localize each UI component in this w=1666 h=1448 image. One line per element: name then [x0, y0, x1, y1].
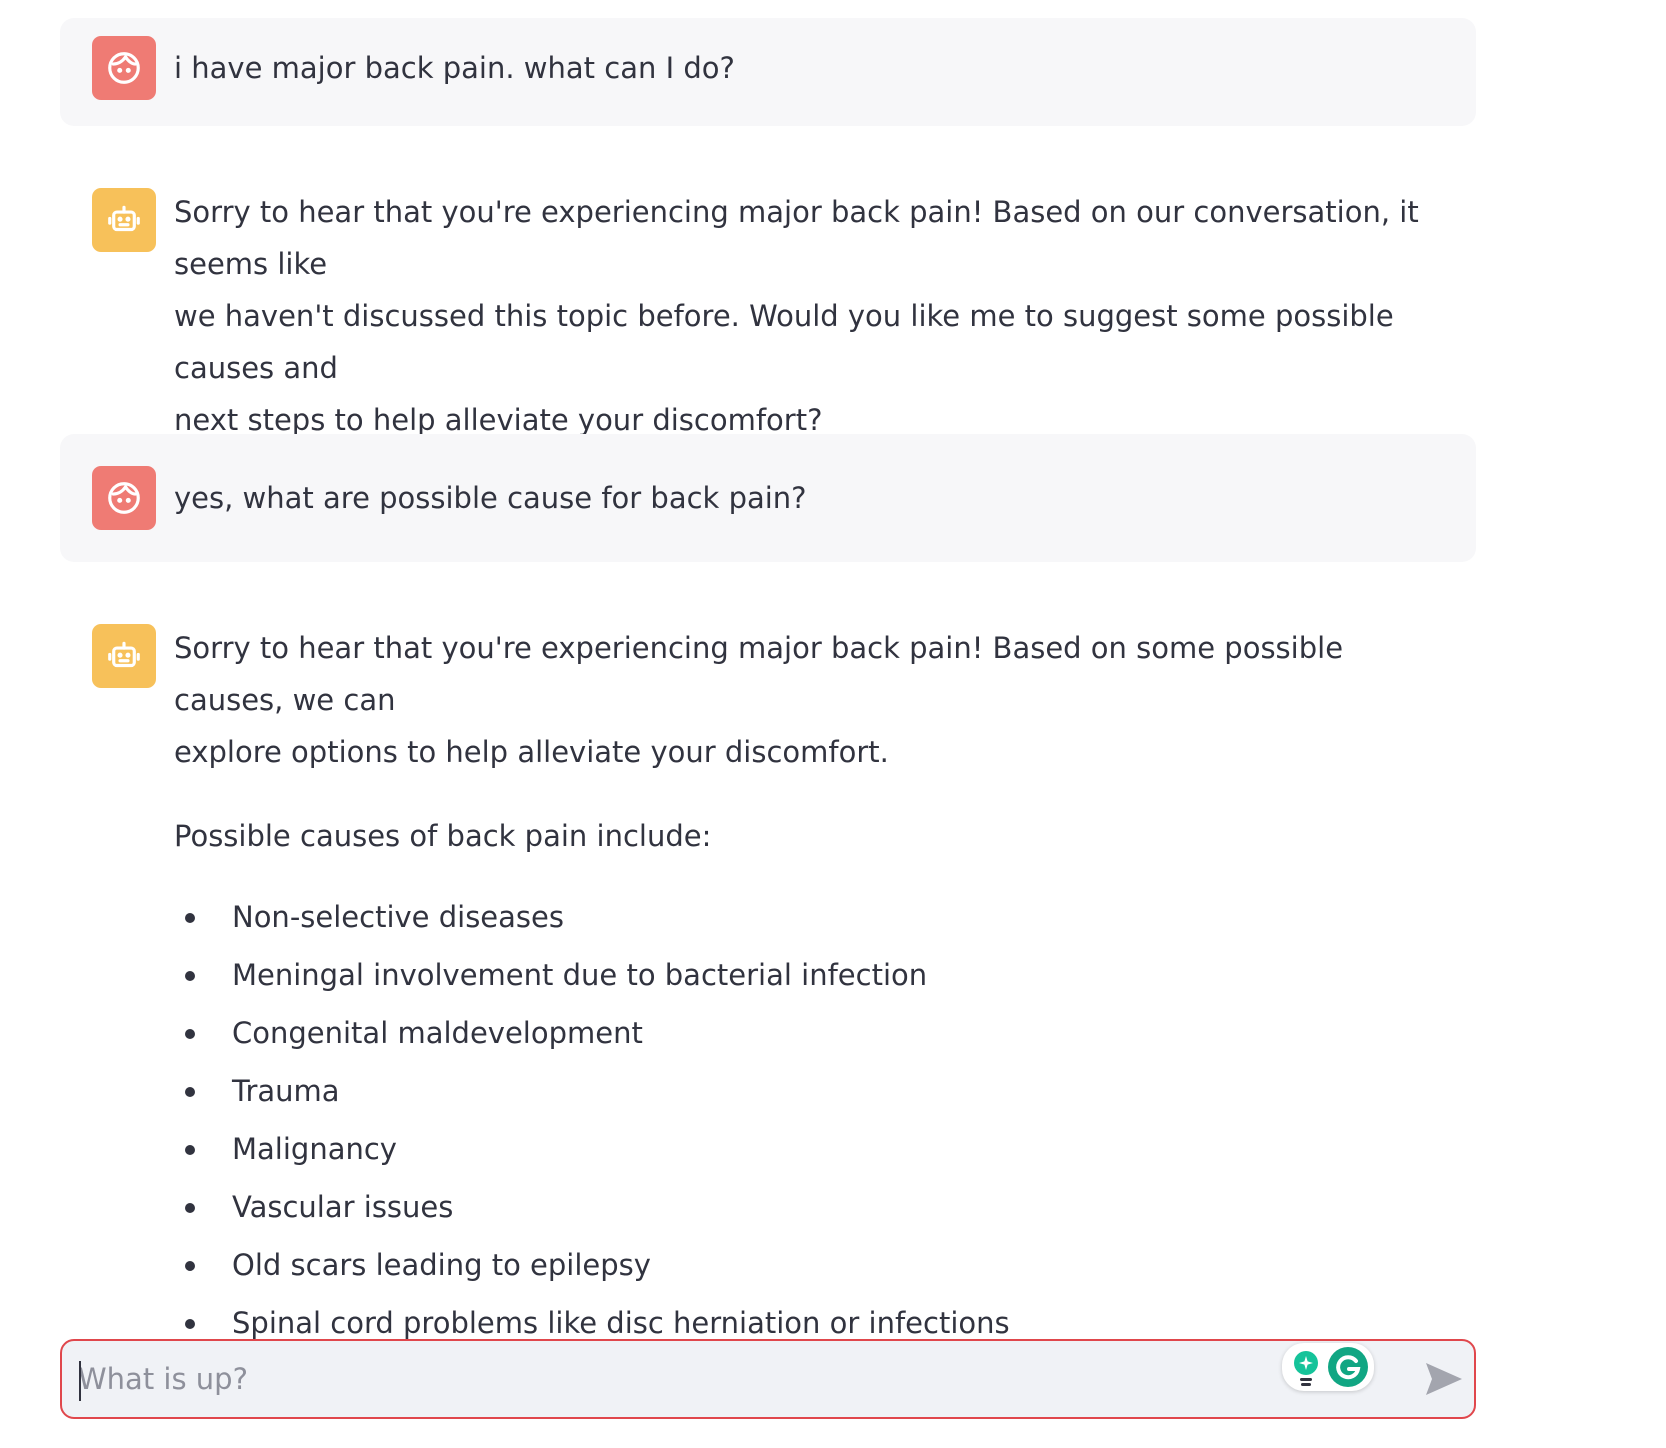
bullet-icon: [185, 971, 195, 981]
list-item-text: Vascular issues: [232, 1190, 454, 1224]
assistant-avatar: [92, 624, 156, 688]
user-avatar: [92, 36, 156, 100]
robot-icon: [108, 205, 140, 232]
list-item: Trauma: [174, 1062, 1456, 1120]
chat-input-box[interactable]: [60, 1339, 1476, 1419]
list-item-text: Trauma: [232, 1074, 340, 1108]
list-item-text: Malignancy: [232, 1132, 397, 1166]
message-line: Sorry to hear that you're experiencing m…: [174, 195, 1419, 281]
list-item: Meningal involvement due to bacterial in…: [174, 946, 1456, 1004]
list-item-text: Meningal involvement due to bacterial in…: [232, 958, 928, 992]
text-cursor: [79, 1361, 81, 1401]
list-intro: Possible causes of back pain include:: [174, 819, 712, 853]
bullet-icon: [185, 1087, 195, 1097]
list-item: Congenital maldevelopment: [174, 1004, 1456, 1062]
chat-input[interactable]: [78, 1341, 1278, 1417]
list-item-text: Old scars leading to epilepsy: [232, 1248, 651, 1282]
assistant-message: Sorry to hear that you're experiencing m…: [60, 170, 1476, 437]
send-arrow-icon[interactable]: [1424, 1361, 1464, 1397]
list-item-text: Congenital maldevelopment: [232, 1016, 643, 1050]
list-item: Malignancy: [174, 1120, 1456, 1178]
message-line: we haven't discussed this topic before. …: [174, 299, 1394, 385]
robot-icon: [108, 641, 140, 668]
message-line: explore options to help alleviate your d…: [174, 735, 889, 769]
extension-badge[interactable]: [1282, 1343, 1374, 1391]
bullet-icon: [185, 1029, 195, 1039]
user-message: i have major back pain. what can I do?: [60, 18, 1476, 126]
chat-message-list: i have major back pain. what can I do? S…: [60, 18, 1476, 1352]
message-text: yes, what are possible cause for back pa…: [174, 481, 807, 515]
assistant-message: Sorry to hear that you're experiencing m…: [60, 606, 1476, 1352]
user-face-icon: [108, 52, 140, 84]
bullet-icon: [185, 1261, 195, 1271]
user-face-icon: [108, 482, 140, 514]
list-item: Non-selective diseases: [174, 888, 1456, 946]
list-item: Old scars leading to epilepsy: [174, 1236, 1456, 1294]
message-line: Sorry to hear that you're experiencing m…: [174, 631, 1344, 717]
bullet-icon: [185, 913, 195, 923]
bullet-icon: [185, 1319, 195, 1329]
assistant-avatar: [92, 188, 156, 252]
lightbulb-icon[interactable]: [1290, 1349, 1322, 1387]
causes-list: Non-selective diseases Meningal involvem…: [174, 888, 1456, 1352]
grammarly-icon[interactable]: [1328, 1347, 1368, 1387]
list-item: Vascular issues: [174, 1178, 1456, 1236]
user-avatar: [92, 466, 156, 530]
bullet-icon: [185, 1203, 195, 1213]
message-text: i have major back pain. what can I do?: [174, 51, 735, 85]
list-item-text: Non-selective diseases: [232, 900, 564, 934]
bullet-icon: [185, 1145, 195, 1155]
list-item-text: Spinal cord problems like disc herniatio…: [232, 1306, 1010, 1340]
user-message: yes, what are possible cause for back pa…: [60, 434, 1476, 562]
